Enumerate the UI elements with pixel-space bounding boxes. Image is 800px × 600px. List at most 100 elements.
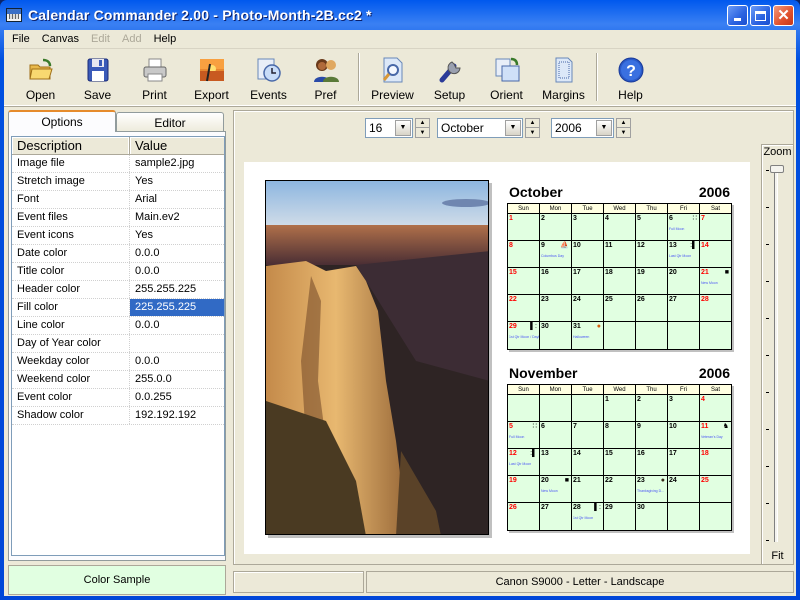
spin-down-icon[interactable]: ▼ <box>617 128 630 137</box>
help-button[interactable]: ? Help <box>602 50 659 104</box>
calendar-day-cell[interactable]: 23 ● Thanksgiving D... <box>636 476 668 502</box>
calendar-day-cell[interactable]: 3 <box>572 214 604 240</box>
property-row[interactable]: Title color 0.0.0 <box>12 263 224 281</box>
calendar-day-cell[interactable]: 4 <box>604 214 636 240</box>
calendar-day-cell[interactable]: 31 ● Halloween <box>572 322 604 349</box>
tab-options[interactable]: Options <box>8 110 116 132</box>
year-select[interactable]: 2006 ▼ <box>551 118 614 138</box>
calendar-day-cell[interactable]: 30 <box>636 503 668 530</box>
property-value[interactable]: Main.ev2 <box>130 209 224 226</box>
calendar-day-cell[interactable]: 19 <box>508 476 540 502</box>
month-spinner[interactable]: ▲ ▼ <box>525 118 540 138</box>
calendar-day-cell[interactable]: 23 <box>540 295 572 321</box>
property-value[interactable]: Yes <box>130 227 224 244</box>
calendar-day-cell[interactable] <box>540 395 572 421</box>
calendar-day-cell[interactable]: 1 <box>604 395 636 421</box>
calendar-day-cell[interactable]: 18 <box>604 268 636 294</box>
month-select[interactable]: October ▼ <box>437 118 523 138</box>
calendar-day-cell[interactable] <box>636 322 668 349</box>
tab-editor[interactable]: Editor <box>116 112 224 133</box>
calendar-day-cell[interactable]: 9 ⛵ Columbus Day <box>540 241 572 267</box>
calendar-day-cell[interactable]: 16 <box>636 449 668 475</box>
calendar-day-cell[interactable]: 11 ♞ Veteran's Day <box>700 422 731 448</box>
calendar-day-cell[interactable]: 8 <box>508 241 540 267</box>
day-dropdown-arrow[interactable]: ▼ <box>395 120 411 136</box>
day-select[interactable]: 16 ▼ <box>365 118 413 138</box>
calendar-month-october[interactable]: October 2006 Sun Mon Tue Wed Thu Fri Sat 1 2 3 4 5 6 ∷ F… <box>507 180 732 350</box>
setup-button[interactable]: Setup <box>421 50 478 104</box>
calendar-day-cell[interactable]: 17 <box>572 268 604 294</box>
calendar-day-cell[interactable]: 1 <box>508 214 540 240</box>
menu-canvas[interactable]: Canvas <box>36 30 85 49</box>
pref-button[interactable]: Pref <box>297 50 354 104</box>
calendar-day-cell[interactable]: 2 <box>636 395 668 421</box>
property-value[interactable]: sample2.jpg <box>130 155 224 172</box>
property-value[interactable]: 0.0.255 <box>130 389 224 406</box>
property-value[interactable]: 225.255.225 <box>130 299 224 316</box>
calendar-day-cell[interactable]: 27 <box>540 503 572 530</box>
calendar-day-cell[interactable] <box>700 322 731 349</box>
calendar-photo[interactable] <box>265 180 489 535</box>
column-header-value[interactable]: Value <box>130 137 224 154</box>
calendar-day-cell[interactable]: 29 ▌: 1st Qtr Moon / Daylight Time ... <box>508 322 540 349</box>
property-value[interactable]: 0.0.0 <box>130 263 224 280</box>
events-button[interactable]: Events <box>240 50 297 104</box>
property-row[interactable]: Event color 0.0.255 <box>12 389 224 407</box>
calendar-day-cell[interactable]: 22 <box>508 295 540 321</box>
property-row[interactable]: Event icons Yes <box>12 227 224 245</box>
property-value[interactable]: 192.192.192 <box>130 407 224 424</box>
calendar-day-cell[interactable]: 8 <box>604 422 636 448</box>
calendar-day-cell[interactable]: 21 <box>572 476 604 502</box>
zoom-slider-thumb[interactable] <box>770 165 784 173</box>
property-row[interactable]: Weekday color 0.0.0 <box>12 353 224 371</box>
calendar-day-cell[interactable]: 18 <box>700 449 731 475</box>
calendar-day-cell[interactable]: 20 ■ New Moon <box>540 476 572 502</box>
property-row[interactable]: Font Arial <box>12 191 224 209</box>
calendar-day-cell[interactable]: 27 <box>668 295 700 321</box>
calendar-day-cell[interactable]: 19 <box>636 268 668 294</box>
calendar-day-cell[interactable] <box>572 395 604 421</box>
calendar-day-cell[interactable]: 6 <box>540 422 572 448</box>
calendar-day-cell[interactable] <box>700 503 731 530</box>
open-button[interactable]: Open <box>12 50 69 104</box>
margins-button[interactable]: Margins <box>535 50 592 104</box>
calendar-canvas[interactable]: October 2006 Sun Mon Tue Wed Thu Fri Sat 1 2 3 4 5 6 ∷ F… <box>244 162 750 554</box>
property-value[interactable]: Yes <box>130 173 224 190</box>
calendar-day-cell[interactable]: 5 <box>636 214 668 240</box>
calendar-day-cell[interactable]: 5 ∷ Full Moon <box>508 422 540 448</box>
property-row[interactable]: Header color 255.255.225 <box>12 281 224 299</box>
calendar-day-cell[interactable]: 12 <box>636 241 668 267</box>
maximize-button[interactable] <box>750 5 771 26</box>
property-value[interactable]: Arial <box>130 191 224 208</box>
property-row[interactable]: Shadow color 192.192.192 <box>12 407 224 425</box>
spin-up-icon[interactable]: ▲ <box>617 119 630 128</box>
property-value[interactable]: 0.0.0 <box>130 317 224 334</box>
minimize-button[interactable] <box>727 5 748 26</box>
calendar-day-cell[interactable]: 26 <box>508 503 540 530</box>
property-row[interactable]: Image file sample2.jpg <box>12 155 224 173</box>
column-header-description[interactable]: Description <box>12 137 130 154</box>
calendar-day-cell[interactable]: 4 <box>700 395 731 421</box>
calendar-day-cell[interactable]: 24 <box>572 295 604 321</box>
year-dropdown-arrow[interactable]: ▼ <box>596 120 612 136</box>
property-value[interactable]: 0.0.0 <box>130 245 224 262</box>
property-value[interactable]: 255.0.0 <box>130 371 224 388</box>
zoom-slider-track[interactable] <box>774 167 778 542</box>
spin-down-icon[interactable]: ▼ <box>416 128 429 137</box>
calendar-day-cell[interactable]: 24 <box>668 476 700 502</box>
property-row[interactable]: Fill color 225.255.225 <box>12 299 224 317</box>
calendar-day-cell[interactable]: 20 <box>668 268 700 294</box>
year-spinner[interactable]: ▲ ▼ <box>616 118 631 138</box>
calendar-day-cell[interactable]: 25 <box>700 476 731 502</box>
calendar-month-november[interactable]: November 2006 Sun Mon Tue Wed Thu Fri Sat 1 2 3 4 5 ∷ F… <box>507 361 732 531</box>
calendar-day-cell[interactable]: 14 <box>572 449 604 475</box>
day-spinner[interactable]: ▲ ▼ <box>415 118 430 138</box>
calendar-day-cell[interactable]: 7 <box>700 214 731 240</box>
calendar-day-cell[interactable]: 21 ■ New Moon <box>700 268 731 294</box>
calendar-day-cell[interactable]: 11 <box>604 241 636 267</box>
calendar-day-cell[interactable] <box>668 322 700 349</box>
menu-help[interactable]: Help <box>148 30 183 49</box>
property-row[interactable]: Weekend color 255.0.0 <box>12 371 224 389</box>
close-button[interactable]: ✕ <box>773 5 794 26</box>
property-value[interactable] <box>130 335 224 352</box>
